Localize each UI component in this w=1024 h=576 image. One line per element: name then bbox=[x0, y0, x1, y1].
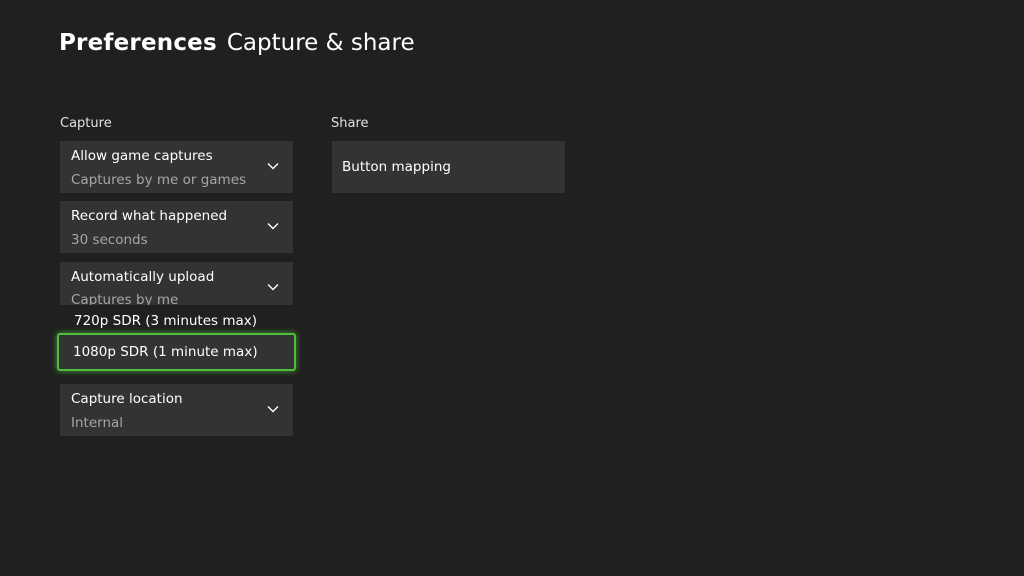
tile-value: Captures by me or games bbox=[71, 172, 247, 188]
capture-share-page: Preferences Capture & share Capture Shar… bbox=[0, 0, 1024, 576]
record-what-happened-dropdown[interactable]: Record what happened 30 seconds bbox=[60, 201, 293, 253]
chevron-down-icon bbox=[267, 284, 279, 291]
page-header: Preferences Capture & share bbox=[59, 30, 415, 64]
tile-title: Capture location bbox=[71, 391, 183, 407]
button-mapping-button[interactable]: Button mapping bbox=[332, 141, 565, 193]
tile-title: Record what happened bbox=[71, 208, 228, 224]
chevron-down-icon bbox=[267, 163, 279, 170]
tile-title: Allow game captures bbox=[71, 148, 213, 164]
tile-value: 30 seconds bbox=[71, 232, 148, 248]
capture-section-label: Capture bbox=[60, 116, 112, 131]
page-title: Preferences bbox=[59, 30, 217, 56]
chevron-down-icon bbox=[267, 223, 279, 230]
option-label: 720p SDR (3 minutes max) bbox=[74, 313, 258, 329]
share-section-label: Share bbox=[331, 116, 369, 131]
automatically-upload-dropdown[interactable]: Automatically upload Captures by me bbox=[60, 262, 293, 305]
page-subtitle: Capture & share bbox=[226, 30, 415, 56]
tile-title: Automatically upload bbox=[71, 269, 215, 285]
option-label: 1080p SDR (1 minute max) bbox=[73, 344, 258, 360]
capture-location-dropdown[interactable]: Capture location Internal bbox=[60, 384, 293, 436]
tile-value: Internal bbox=[71, 415, 124, 431]
option-1080p-sdr[interactable]: 1080p SDR (1 minute max) bbox=[57, 333, 296, 371]
quality-dropdown-menu: 720p SDR (3 minutes max) 1080p SDR (1 mi… bbox=[57, 305, 296, 375]
tile-value: Captures by me bbox=[71, 292, 179, 305]
allow-game-captures-dropdown[interactable]: Allow game captures Captures by me or ga… bbox=[60, 141, 293, 193]
option-720p-sdr[interactable]: 720p SDR (3 minutes max) bbox=[60, 305, 293, 335]
button-mapping-label: Button mapping bbox=[342, 159, 451, 175]
chevron-down-icon bbox=[267, 406, 279, 413]
